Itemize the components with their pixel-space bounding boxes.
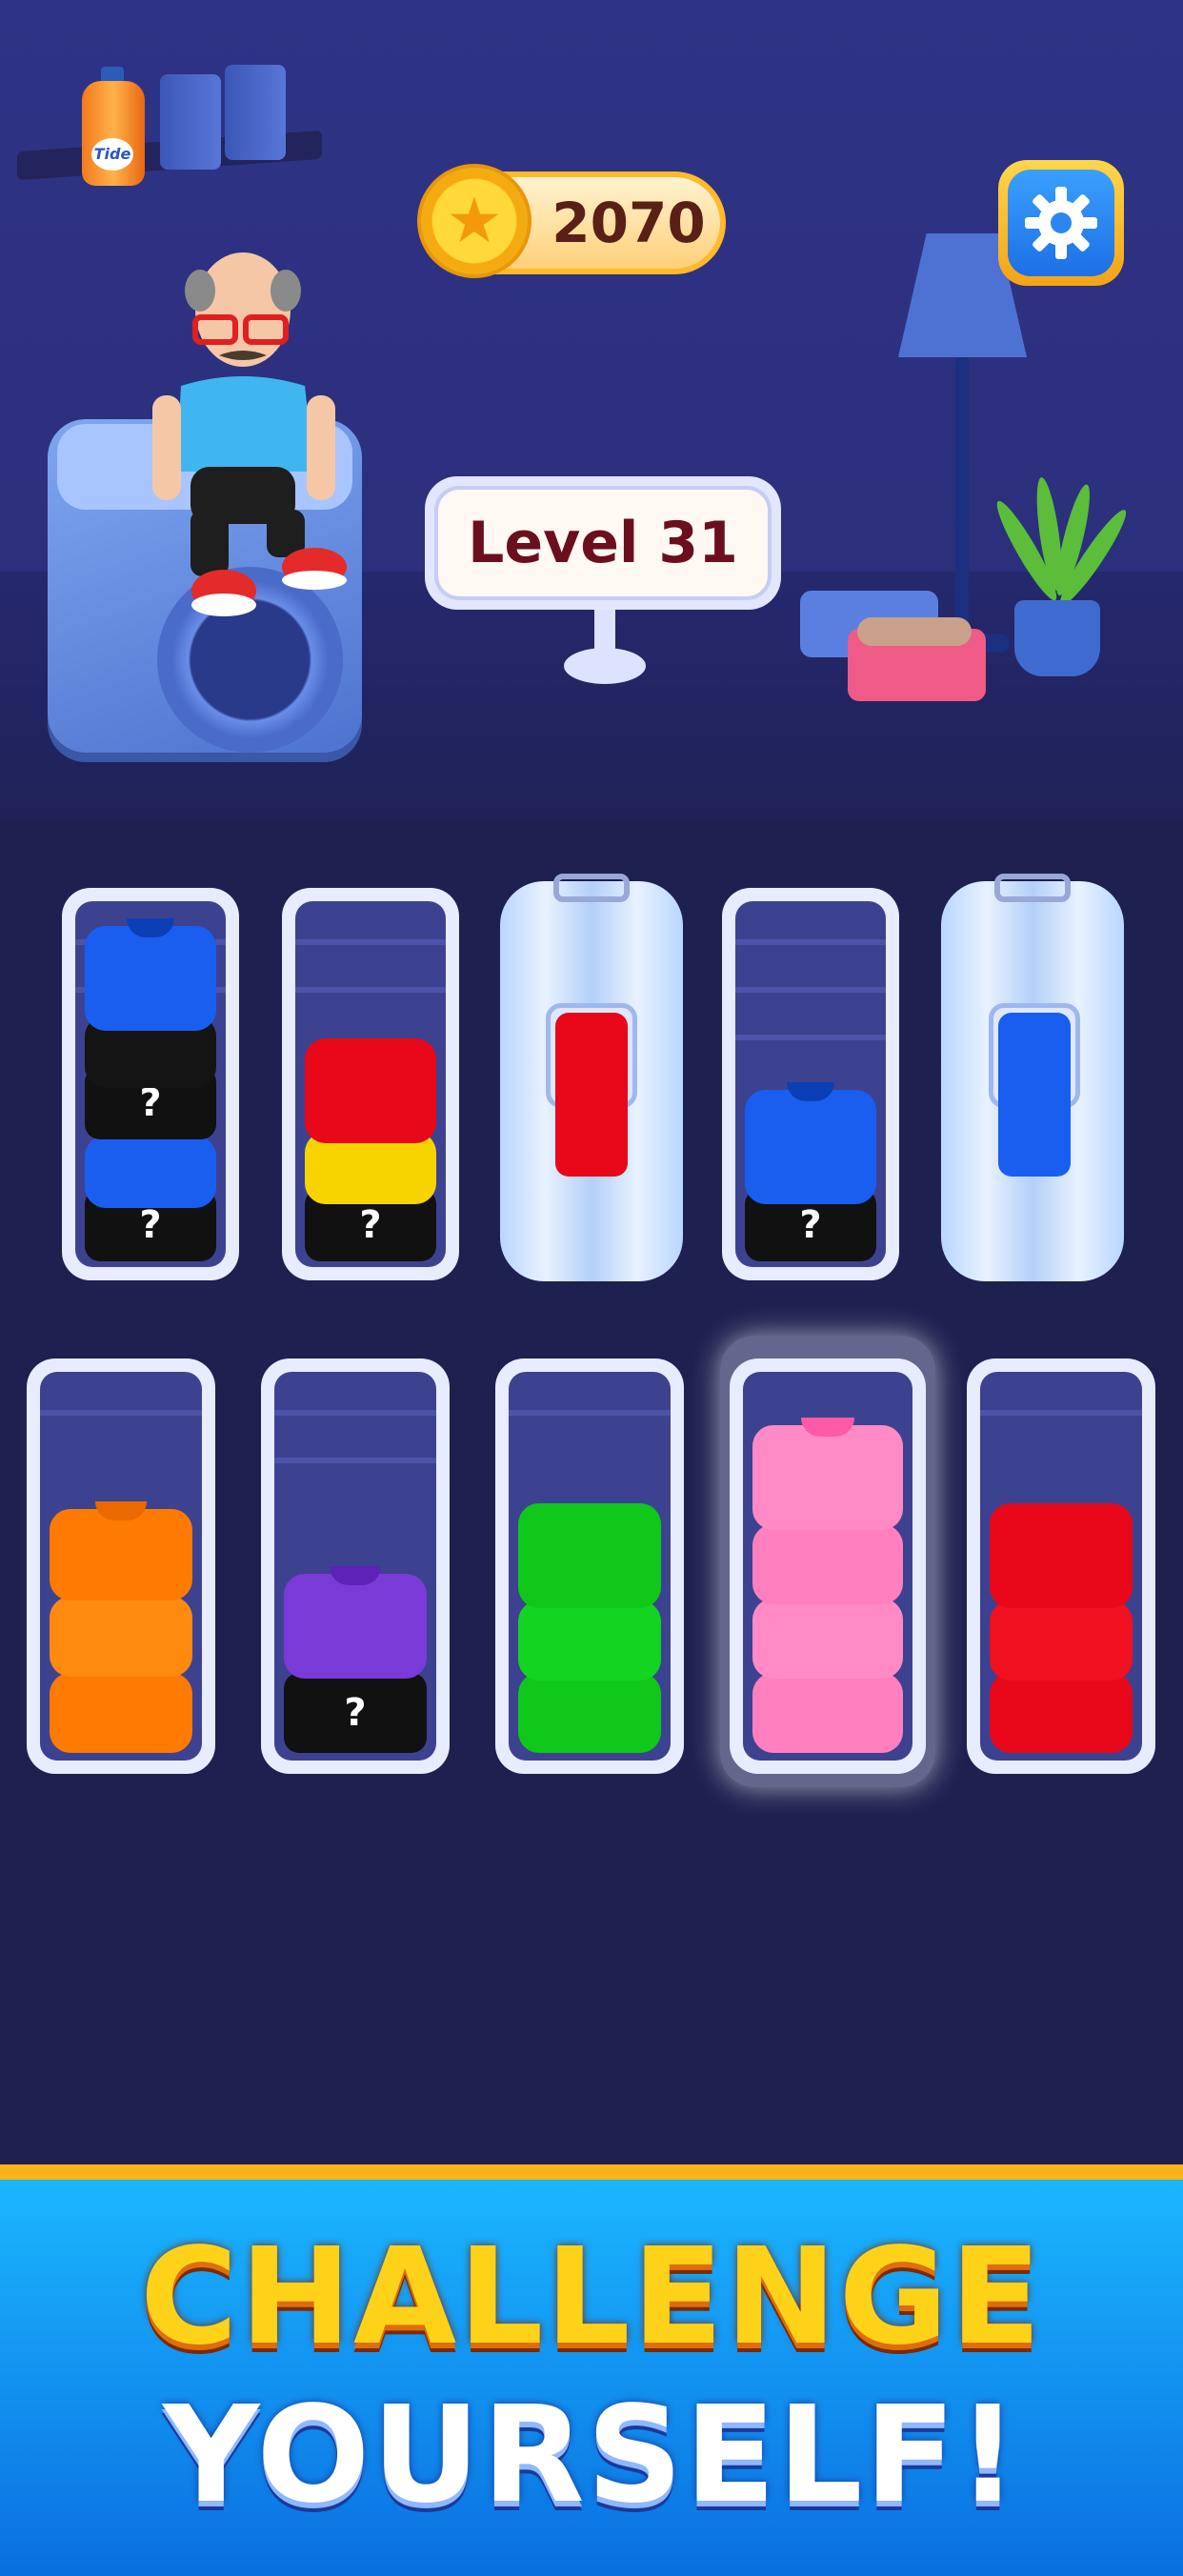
floor-lamp-pole: [955, 357, 969, 643]
shirt-red: [990, 1503, 1133, 1608]
hanger-icon: [553, 874, 630, 902]
settings-button[interactable]: [998, 160, 1124, 286]
shirt-green: [518, 1673, 661, 1753]
shirt-green: [518, 1600, 661, 1680]
shirt-green: [518, 1503, 661, 1608]
clothes-rack-1[interactable]: ? ?: [62, 888, 239, 1280]
shirt-blue: [745, 1082, 876, 1204]
laundry-in-basket: [857, 617, 972, 646]
shirt-pink: [752, 1418, 903, 1530]
shirt-red: [990, 1673, 1133, 1753]
clothes-rack-6[interactable]: [27, 1358, 215, 1774]
shirt-pink: [752, 1524, 903, 1604]
level-sign-base: [564, 648, 646, 684]
clothes-rack-4[interactable]: ?: [722, 888, 899, 1280]
shirt-orange: [50, 1597, 192, 1677]
clothes-rack-10[interactable]: [967, 1358, 1155, 1774]
clothes-rack-2[interactable]: ?: [282, 888, 459, 1280]
clothes-rack-8[interactable]: [495, 1358, 684, 1774]
plant-pot: [1014, 600, 1100, 676]
hanger-icon: [994, 874, 1071, 902]
character-man: [152, 252, 347, 616]
shirt-pink: [752, 1599, 903, 1679]
covered-rack-3[interactable]: [500, 874, 683, 1281]
banner-title-line2: YOURSELF!: [162, 2378, 1021, 2533]
shirt-red: [305, 1038, 436, 1143]
shirt-red: [990, 1600, 1133, 1680]
detergent-label: Tide: [91, 138, 133, 171]
shirt-orange: [50, 1673, 192, 1753]
shirt-blue: [85, 918, 216, 1031]
covered-rack-5[interactable]: [941, 874, 1124, 1281]
preview-shirt-red: [555, 1013, 628, 1177]
star-icon: ★: [446, 184, 503, 257]
shirt-purple: [284, 1566, 427, 1679]
banner-title-line1: CHALLENGE: [139, 2220, 1044, 2375]
preview-shirt-blue: [998, 1013, 1071, 1177]
gear-icon: [1025, 187, 1097, 259]
mystery-item: ?: [284, 1673, 427, 1753]
clothes-rack-7[interactable]: ?: [261, 1358, 450, 1774]
shirt-pink: [752, 1673, 903, 1753]
detergent-box-1: [160, 74, 221, 170]
level-sign: Level 31: [425, 476, 781, 610]
detergent-box-2: [225, 65, 286, 160]
shirt-orange: [50, 1501, 192, 1600]
coin-value: 2070: [551, 191, 706, 255]
clothes-rack-9[interactable]: [730, 1358, 926, 1774]
shirt-blue: [85, 1136, 216, 1208]
level-label: Level 31: [434, 486, 772, 600]
